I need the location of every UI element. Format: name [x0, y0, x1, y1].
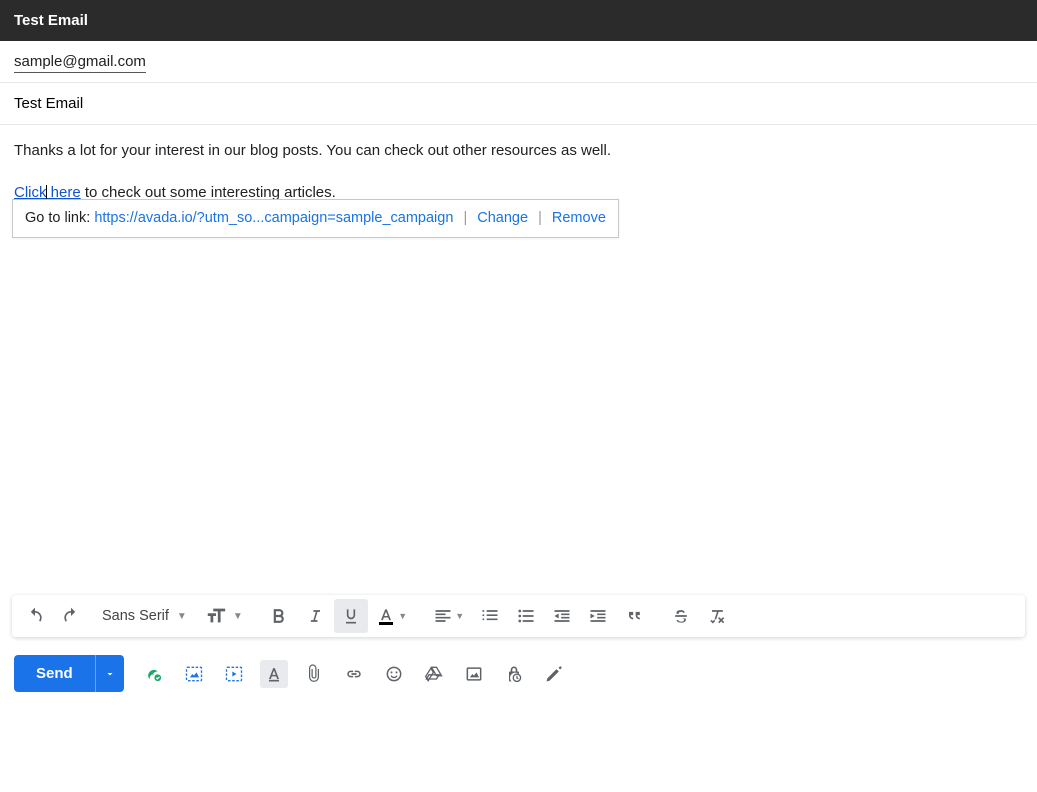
italic-button[interactable] — [298, 599, 332, 633]
caret-down-icon: ▼ — [233, 611, 243, 622]
pen-icon — [544, 664, 564, 684]
font-size-icon — [205, 605, 227, 627]
popover-prefix: Go to link: — [25, 210, 94, 226]
insert-link-button[interactable] — [340, 660, 368, 688]
font-family-select[interactable]: Sans Serif ▼ — [90, 599, 197, 633]
text-style-button[interactable] — [260, 660, 288, 688]
attach-file-button[interactable] — [300, 660, 328, 688]
indent-more-button[interactable] — [581, 599, 615, 633]
body-paragraph-1[interactable]: Thanks a lot for your interest in our bl… — [14, 139, 1023, 163]
quote-icon — [624, 606, 644, 626]
indent-less-button[interactable] — [545, 599, 579, 633]
quote-button[interactable] — [617, 599, 651, 633]
compose-bottom-toolbar — [140, 660, 568, 688]
clear-formatting-icon — [707, 606, 727, 626]
undo-icon — [25, 606, 45, 626]
lock-clock-icon — [504, 664, 524, 684]
popover-url[interactable]: https://avada.io/?utm_so...campaign=samp… — [94, 210, 453, 226]
video-dashed-icon — [224, 664, 244, 684]
subject-field-row[interactable] — [0, 83, 1037, 125]
send-button[interactable]: Send — [14, 655, 95, 692]
image-dashed-icon — [184, 664, 204, 684]
popover-remove-link[interactable]: Remove — [552, 210, 606, 226]
drive-icon — [424, 664, 444, 684]
italic-icon — [305, 606, 325, 626]
bold-button[interactable] — [262, 599, 296, 633]
redo-icon — [61, 606, 81, 626]
text-a-icon — [264, 664, 284, 684]
popover-separator: | — [538, 210, 542, 226]
caret-down-icon — [104, 668, 116, 680]
caret-down-icon: ▼ — [398, 611, 407, 621]
insert-video-inline-button[interactable] — [220, 660, 248, 688]
strikethrough-icon — [671, 606, 691, 626]
compose-actions-row: Send — [0, 655, 1037, 706]
recipient-chip[interactable]: sample@gmail.com — [14, 53, 146, 73]
popover-separator: | — [463, 210, 467, 226]
underline-button[interactable] — [334, 599, 368, 633]
insert-drive-button[interactable] — [420, 660, 448, 688]
bulleted-list-icon — [516, 606, 536, 626]
align-left-icon — [433, 606, 453, 626]
link-edit-popover: Go to link: https://avada.io/?utm_so...c… — [12, 199, 619, 238]
bold-icon — [269, 606, 289, 626]
subject-input[interactable] — [14, 95, 1023, 112]
insert-signature-button[interactable] — [540, 660, 568, 688]
clear-formatting-button[interactable] — [700, 599, 734, 633]
redo-button[interactable] — [54, 599, 88, 633]
paperclip-icon — [304, 664, 324, 684]
emoji-icon — [384, 664, 404, 684]
caret-down-icon: ▼ — [455, 611, 464, 621]
caret-down-icon: ▼ — [177, 611, 187, 622]
underline-icon — [341, 606, 361, 626]
toolbar-divider — [255, 605, 256, 627]
photo-icon — [464, 664, 484, 684]
popover-change-link[interactable]: Change — [477, 210, 528, 226]
format-toolbar: Sans Serif ▼ ▼ ▼ ▼ — [12, 595, 1025, 637]
align-button[interactable]: ▼ — [427, 599, 471, 633]
insert-emoji-button[interactable] — [380, 660, 408, 688]
numbered-list-button[interactable] — [473, 599, 507, 633]
to-field-row[interactable]: sample@gmail.com — [0, 41, 1037, 83]
strikethrough-button[interactable] — [664, 599, 698, 633]
indent-less-icon — [552, 606, 572, 626]
font-family-value: Sans Serif — [102, 608, 169, 624]
text-color-button[interactable]: ▼ — [370, 599, 414, 633]
spellcheck-button[interactable] — [140, 660, 168, 688]
toolbar-divider — [420, 605, 421, 627]
insert-photo-button[interactable] — [460, 660, 488, 688]
toolbar-divider — [657, 605, 658, 627]
confidential-mode-button[interactable] — [500, 660, 528, 688]
link-icon — [344, 664, 364, 684]
send-options-button[interactable] — [95, 655, 124, 692]
font-size-select[interactable]: ▼ — [199, 599, 249, 633]
send-button-group: Send — [14, 655, 124, 692]
undo-button[interactable] — [18, 599, 52, 633]
compose-header: Test Email — [0, 0, 1037, 41]
insert-image-inline-button[interactable] — [180, 660, 208, 688]
indent-more-icon — [588, 606, 608, 626]
bulleted-list-button[interactable] — [509, 599, 543, 633]
compose-title: Test Email — [14, 12, 88, 29]
spellcheck-icon — [144, 664, 164, 684]
numbered-list-icon — [480, 606, 500, 626]
compose-body[interactable]: Thanks a lot for your interest in our bl… — [0, 125, 1037, 595]
